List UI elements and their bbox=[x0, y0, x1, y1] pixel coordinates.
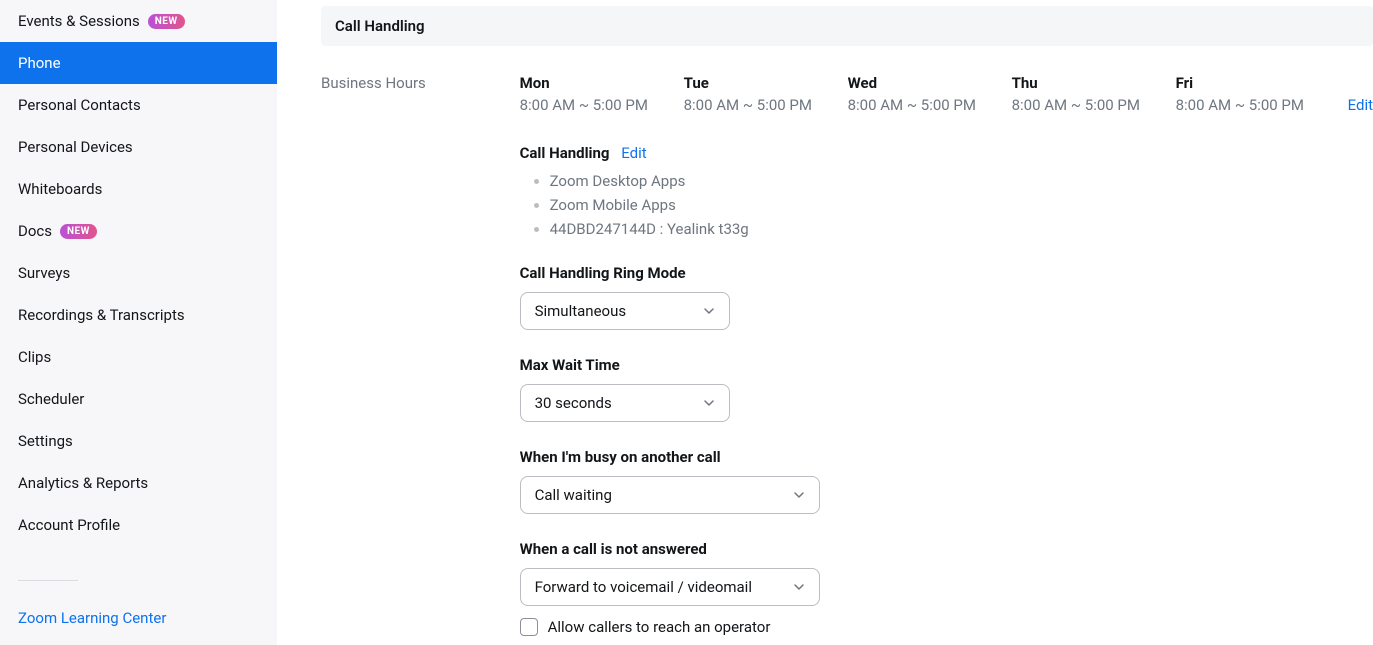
day-time: 8:00 AM ~ 5:00 PM bbox=[1176, 96, 1316, 114]
list-item: Zoom Mobile Apps bbox=[550, 196, 1373, 214]
sidebar-item-label: Analytics & Reports bbox=[18, 474, 148, 492]
sidebar-item-analytics-reports[interactable]: Analytics & Reports bbox=[0, 462, 277, 504]
sidebar-item-label: Surveys bbox=[18, 264, 70, 282]
chevron-down-icon bbox=[703, 397, 715, 409]
main-content: Call Handling Business Hours Mon 8:00 AM… bbox=[277, 0, 1373, 645]
ring-mode-label: Call Handling Ring Mode bbox=[520, 264, 1373, 282]
day-label: Wed bbox=[848, 74, 988, 92]
day-time: 8:00 AM ~ 5:00 PM bbox=[520, 96, 660, 114]
sidebar-item-label: Events & Sessions bbox=[18, 12, 140, 30]
chevron-down-icon bbox=[793, 489, 805, 501]
select-value: 30 seconds bbox=[535, 394, 612, 412]
sidebar: Events & Sessions NEW Phone Personal Con… bbox=[0, 0, 277, 645]
day-label: Mon bbox=[520, 74, 660, 92]
divider bbox=[18, 580, 78, 581]
sidebar-item-label: Account Profile bbox=[18, 516, 120, 534]
sidebar-item-clips[interactable]: Clips bbox=[0, 336, 277, 378]
day-label: Thu bbox=[1012, 74, 1152, 92]
day-time: 8:00 AM ~ 5:00 PM bbox=[684, 96, 824, 114]
day-label: Tue bbox=[684, 74, 824, 92]
allow-operator-checkbox[interactable] bbox=[520, 618, 538, 636]
sidebar-item-account-profile[interactable]: Account Profile bbox=[0, 504, 277, 546]
business-hours-edit-link[interactable]: Edit bbox=[1348, 74, 1373, 114]
call-handling-subheader: Call Handling Edit bbox=[520, 144, 1373, 162]
sidebar-item-label: Docs bbox=[18, 222, 52, 240]
chevron-down-icon bbox=[793, 581, 805, 593]
day-time: 8:00 AM ~ 5:00 PM bbox=[848, 96, 988, 114]
call-handling-device-list: Zoom Desktop Apps Zoom Mobile Apps 44DBD… bbox=[520, 172, 1373, 238]
sidebar-items: Events & Sessions NEW Phone Personal Con… bbox=[0, 0, 277, 562]
list-item: Zoom Desktop Apps bbox=[550, 172, 1373, 190]
sidebar-item-personal-contacts[interactable]: Personal Contacts bbox=[0, 84, 277, 126]
day-time: 8:00 AM ~ 5:00 PM bbox=[1012, 96, 1152, 114]
sidebar-item-label: Phone bbox=[18, 54, 61, 72]
select-value: Forward to voicemail / videomail bbox=[535, 578, 752, 596]
section-header: Call Handling bbox=[321, 6, 1373, 46]
hours-col-wed: Wed 8:00 AM ~ 5:00 PM bbox=[848, 74, 988, 114]
call-handling-edit-link[interactable]: Edit bbox=[621, 144, 646, 162]
hours-col-thu: Thu 8:00 AM ~ 5:00 PM bbox=[1012, 74, 1152, 114]
when-busy-label: When I'm busy on another call bbox=[520, 448, 1373, 466]
sidebar-item-label: Recordings & Transcripts bbox=[18, 306, 185, 324]
max-wait-label: Max Wait Time bbox=[520, 356, 1373, 374]
allow-operator-row: Allow callers to reach an operator bbox=[520, 618, 1373, 636]
sidebar-item-personal-devices[interactable]: Personal Devices bbox=[0, 126, 277, 168]
sidebar-item-label: Settings bbox=[18, 432, 73, 450]
max-wait-select[interactable]: 30 seconds bbox=[520, 384, 730, 422]
hours-col-tue: Tue 8:00 AM ~ 5:00 PM bbox=[684, 74, 824, 114]
sidebar-item-scheduler[interactable]: Scheduler bbox=[0, 378, 277, 420]
when-busy-select[interactable]: Call waiting bbox=[520, 476, 820, 514]
sidebar-item-label: Personal Devices bbox=[18, 138, 133, 156]
sidebar-item-label: Whiteboards bbox=[18, 180, 102, 198]
sidebar-item-docs[interactable]: Docs NEW bbox=[0, 210, 277, 252]
sidebar-item-settings[interactable]: Settings bbox=[0, 420, 277, 462]
list-item: 44DBD247144D : Yealink t33g bbox=[550, 220, 1373, 238]
day-label: Fri bbox=[1176, 74, 1316, 92]
sidebar-item-whiteboards[interactable]: Whiteboards bbox=[0, 168, 277, 210]
not-answered-label: When a call is not answered bbox=[520, 540, 1373, 558]
sidebar-item-label: Personal Contacts bbox=[18, 96, 141, 114]
business-hours-row: Business Hours Mon 8:00 AM ~ 5:00 PM Tue… bbox=[321, 74, 1373, 645]
select-value: Simultaneous bbox=[535, 302, 627, 320]
business-hours-label: Business Hours bbox=[321, 74, 520, 645]
sidebar-item-recordings-transcripts[interactable]: Recordings & Transcripts bbox=[0, 294, 277, 336]
allow-operator-label: Allow callers to reach an operator bbox=[548, 618, 771, 636]
sidebar-item-label: Clips bbox=[18, 348, 51, 366]
call-handling-title: Call Handling bbox=[520, 144, 610, 162]
hours-col-mon: Mon 8:00 AM ~ 5:00 PM bbox=[520, 74, 660, 114]
business-hours-grid: Mon 8:00 AM ~ 5:00 PM Tue 8:00 AM ~ 5:00… bbox=[520, 74, 1373, 114]
sidebar-footer: Zoom Learning Center bbox=[0, 562, 277, 645]
hours-col-fri: Fri 8:00 AM ~ 5:00 PM bbox=[1176, 74, 1316, 114]
sidebar-item-phone[interactable]: Phone bbox=[0, 42, 277, 84]
zoom-learning-center-link[interactable]: Zoom Learning Center bbox=[18, 609, 166, 627]
not-answered-select[interactable]: Forward to voicemail / videomail bbox=[520, 568, 820, 606]
new-badge: NEW bbox=[60, 224, 97, 239]
ring-mode-select[interactable]: Simultaneous bbox=[520, 292, 730, 330]
new-badge: NEW bbox=[148, 14, 185, 29]
sidebar-item-surveys[interactable]: Surveys bbox=[0, 252, 277, 294]
sidebar-item-events-sessions[interactable]: Events & Sessions NEW bbox=[0, 0, 277, 42]
chevron-down-icon bbox=[703, 305, 715, 317]
sidebar-item-label: Scheduler bbox=[18, 390, 84, 408]
select-value: Call waiting bbox=[535, 486, 612, 504]
